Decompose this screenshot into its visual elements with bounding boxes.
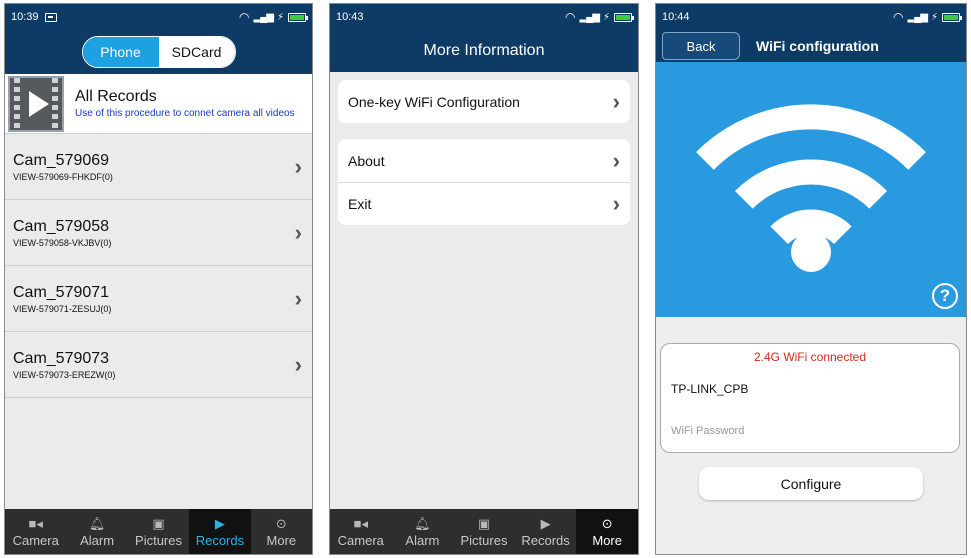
bell-icon: 🔔︎ bbox=[414, 516, 431, 531]
storage-segmented-control: Phone SDCard bbox=[81, 36, 236, 68]
battery-icon bbox=[942, 12, 962, 22]
chevron-right-icon: › bbox=[612, 191, 620, 216]
tab-camera[interactable]: ■◂ Camera bbox=[330, 509, 392, 554]
video-film-icon bbox=[8, 75, 64, 132]
camera-icon: ■◂ bbox=[353, 516, 368, 531]
more-information-screen: 10:43 ◠ ▂▄▆ ⚡ More Information One-key W… bbox=[329, 3, 639, 555]
ssid-field[interactable]: TP-LINK_CPB bbox=[661, 368, 959, 410]
camera-name: Cam_579058 bbox=[13, 217, 110, 235]
camera-icon: ■◂ bbox=[28, 516, 43, 531]
signal-icon: ▂▄▆ bbox=[907, 11, 928, 23]
camera-row[interactable]: Cam_579071 VIEW-579071-ZESUJ(0) › bbox=[5, 266, 312, 332]
battery-icon bbox=[288, 12, 308, 22]
wifi-form: 2.4G WiFi connected TP-LINK_CPB WiFi Pas… bbox=[660, 343, 960, 453]
camera-id: VIEW-579073-EREZW(0) bbox=[13, 369, 116, 380]
connection-status: 2.4G WiFi connected bbox=[753, 350, 867, 364]
all-records-title: All Records bbox=[75, 88, 157, 105]
segment-sdcard[interactable]: SDCard bbox=[158, 37, 235, 67]
records-screen: 10:39 ◠ ▂▄▆ ⚡ Phone SDCard All Records U… bbox=[4, 3, 313, 555]
page-title: WiFi configuration bbox=[756, 38, 879, 54]
chevron-right-icon: › bbox=[612, 88, 620, 114]
camera-id: VIEW-579071-ZESUJ(0) bbox=[13, 303, 112, 314]
signal-icon: ▂▄▆ bbox=[579, 11, 600, 23]
image-icon: ▣ bbox=[477, 516, 491, 531]
camera-id: VIEW-579058-VKJBV(0) bbox=[13, 237, 112, 248]
status-bar: 10:44 ◠ ▂▄▆ ⚡ bbox=[656, 4, 966, 30]
tab-more[interactable]: ⊙ More bbox=[576, 509, 638, 554]
more-icon: ⊙ bbox=[275, 516, 287, 531]
play-icon: ▶ bbox=[214, 516, 225, 531]
camera-name: Cam_579073 bbox=[13, 349, 110, 367]
chevron-right-icon: › bbox=[612, 147, 620, 173]
camera-row[interactable]: Cam_579069 VIEW-579069-FHKDF(0) › bbox=[5, 134, 312, 200]
menu-item-one-key-wifi[interactable]: One-key WiFi Configuration › bbox=[338, 80, 630, 123]
camera-row[interactable]: Cam_579058 VIEW-579058-VKJBV(0) › bbox=[5, 200, 312, 266]
charging-icon: ⚡ bbox=[930, 11, 938, 23]
status-bar: 10:43 ◠ ▂▄▆ ⚡ bbox=[330, 4, 638, 30]
camera-name: Cam_579071 bbox=[13, 283, 110, 301]
bottom-tab-bar: ■◂ Camera 🔔︎ Alarm ▣ Pictures ▶ Records ⊙ Mor… bbox=[330, 509, 638, 554]
wifi-config-group: One-key WiFi Configuration › bbox=[338, 80, 630, 123]
page-title: More Information bbox=[330, 30, 638, 72]
chevron-right-icon: › bbox=[294, 153, 302, 179]
image-icon: ▣ bbox=[152, 516, 165, 531]
wifi-status-icon: ◠ bbox=[565, 10, 576, 24]
tab-pictures[interactable]: ▣ Pictures bbox=[128, 509, 189, 554]
tab-records[interactable]: ▶ Records bbox=[189, 509, 251, 554]
bottom-tab-bar: ■◂ Camera 🔔︎ Alarm ▣ Pictures ▶ Records ⊙ Mor… bbox=[5, 509, 312, 554]
nav-header: Back WiFi configuration bbox=[656, 30, 966, 62]
wifi-password-input[interactable]: WiFi Password bbox=[661, 410, 959, 452]
all-records-subtitle: Use of this procedure to connet camera a… bbox=[75, 108, 295, 119]
wifi-configuration-screen: 10:44 ◠ ▂▄▆ ⚡ Back WiFi configuration ? … bbox=[655, 3, 967, 555]
status-time: 10:43 bbox=[336, 11, 364, 23]
tab-records[interactable]: ▶ Records bbox=[515, 509, 577, 554]
chevron-right-icon: › bbox=[294, 219, 302, 245]
wifi-status-icon: ◠ bbox=[239, 10, 250, 24]
tab-alarm[interactable]: 🔔︎ Alarm bbox=[392, 509, 454, 554]
chevron-right-icon: › bbox=[294, 351, 302, 377]
charging-icon: ⚡ bbox=[602, 11, 610, 23]
status-time: 10:44 bbox=[662, 11, 690, 23]
configure-button[interactable]: Configure bbox=[699, 467, 923, 500]
tab-camera[interactable]: ■◂ Camera bbox=[5, 509, 66, 554]
back-button[interactable]: Back bbox=[662, 32, 740, 60]
play-icon: ▶ bbox=[540, 516, 551, 531]
camera-row[interactable]: Cam_579073 VIEW-579073-EREZW(0) › bbox=[5, 332, 312, 398]
chevron-right-icon: › bbox=[294, 285, 302, 311]
battery-icon bbox=[614, 12, 634, 22]
charging-icon: ⚡ bbox=[276, 11, 284, 23]
tab-alarm[interactable]: 🔔︎ Alarm bbox=[66, 509, 127, 554]
camera-id: VIEW-579069-FHKDF(0) bbox=[13, 171, 113, 182]
camera-name: Cam_579069 bbox=[13, 151, 110, 169]
signal-icon: ▂▄▆ bbox=[253, 11, 274, 23]
all-records-item[interactable]: All Records Use of this procedure to con… bbox=[5, 74, 312, 134]
help-icon[interactable]: ? bbox=[932, 283, 958, 309]
tab-pictures[interactable]: ▣ Pictures bbox=[453, 509, 515, 554]
wifi-large-icon bbox=[696, 104, 926, 272]
status-time: 10:39 bbox=[11, 11, 39, 23]
tab-more[interactable]: ⊙ More bbox=[251, 509, 312, 554]
bell-icon: 🔔︎ bbox=[88, 516, 106, 531]
info-group: About › Exit › bbox=[338, 139, 630, 225]
wifi-status-icon: ◠ bbox=[893, 10, 904, 24]
menu-item-exit[interactable]: Exit › bbox=[338, 182, 630, 225]
segment-phone[interactable]: Phone bbox=[82, 37, 159, 67]
status-bar: 10:39 ◠ ▂▄▆ ⚡ bbox=[5, 4, 312, 30]
wifi-hero-banner: ? bbox=[656, 62, 966, 317]
storage-header: Phone SDCard bbox=[5, 30, 312, 74]
menu-item-about[interactable]: About › bbox=[338, 139, 630, 182]
more-icon: ⊙ bbox=[601, 516, 613, 531]
notification-icon bbox=[44, 12, 57, 22]
